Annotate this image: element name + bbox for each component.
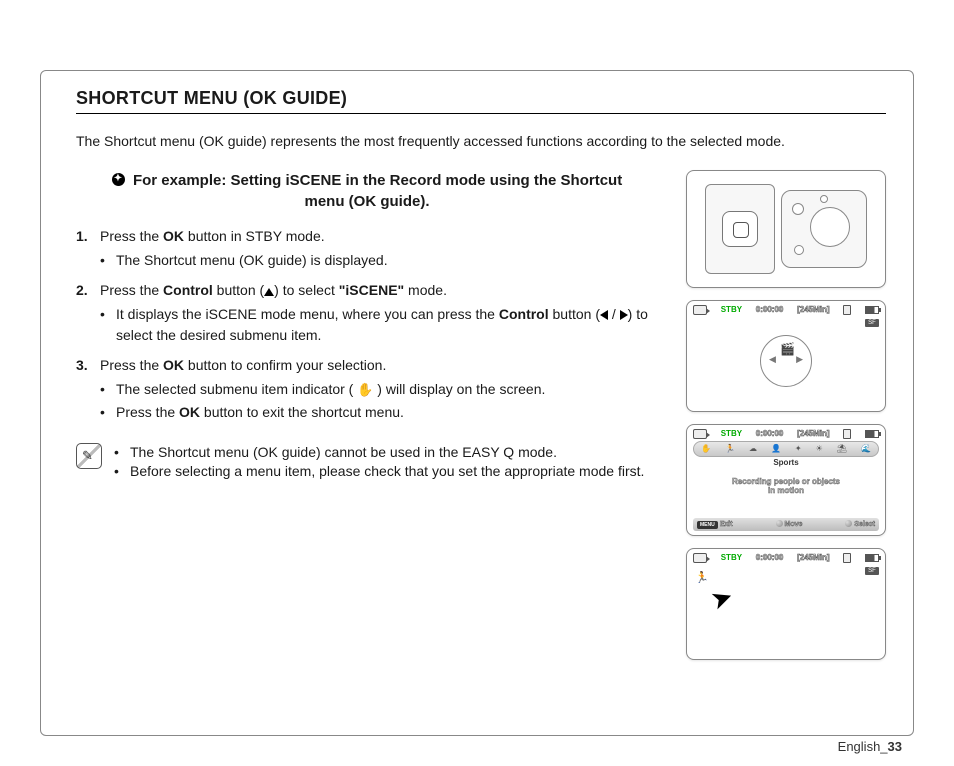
example-heading-line1: For example: Setting iSCENE in the Recor… [133, 172, 622, 189]
exit-label: Exit [720, 521, 733, 528]
device-illustration [686, 170, 886, 288]
note-1: The Shortcut menu (OK guide) cannot be u… [114, 443, 644, 463]
remain-time: [245Min] [797, 553, 829, 562]
stby-label: STBY [721, 553, 742, 562]
dial-top-icon: 🎬 [780, 342, 795, 356]
scene-icon: ☁ [749, 444, 757, 453]
device-body-icon [705, 184, 775, 274]
scene-icon: ⛱ [837, 444, 847, 453]
battery-icon [865, 430, 879, 438]
format-icon: SF [865, 567, 879, 575]
triangle-right-icon [620, 310, 628, 320]
scene-description: Recording people or objects in motion [693, 477, 879, 496]
footer-page-number: 33 [888, 739, 902, 754]
cursor-arrow-icon: ➤ [706, 580, 737, 617]
scene-icon: ✋ [701, 444, 711, 453]
step-3-sub-1: The selected submenu item indicator ( ✋ … [100, 379, 668, 400]
card-icon [843, 429, 851, 439]
right-column: STBY 0:00:00 [245Min] SF 🎬 STBY 0:00:00 [686, 170, 886, 672]
lcd-screen-iscene-menu: STBY 0:00:00 [245Min] ✋ 🏃 ☁ 👤 ✦ ☀ ⛱ 🌊 Sp [686, 424, 886, 536]
select-label: Select [854, 521, 875, 528]
device-control-pad-icon [722, 211, 758, 247]
battery-icon [865, 554, 879, 562]
scene-icon: ✦ [795, 444, 802, 453]
page-content: SHORTCUT MENU (OK GUIDE) The Shortcut me… [56, 60, 906, 672]
rec-time: 0:00:00 [756, 305, 784, 314]
triangle-left-icon [600, 310, 608, 320]
note-box: The Shortcut menu (OK guide) cannot be u… [76, 443, 668, 482]
scene-icon: 🌊 [861, 444, 871, 453]
note-icon [76, 443, 102, 469]
lcd-screen-dial: STBY 0:00:00 [245Min] SF 🎬 [686, 300, 886, 412]
step-1: Press the OK button in STBY mode. The Sh… [76, 226, 668, 271]
format-icon: SF [865, 319, 879, 327]
iscene-icon-bar: ✋ 🏃 ☁ 👤 ✦ ☀ ⛱ 🌊 [693, 441, 879, 457]
card-icon [843, 553, 851, 563]
camera-mode-icon [693, 429, 707, 439]
scene-icon: 🏃 [725, 444, 735, 453]
remain-time: [245Min] [797, 305, 829, 314]
hand-indicator-icon: ✋ [357, 382, 373, 397]
stby-label: STBY [721, 429, 742, 438]
card-icon [843, 305, 851, 315]
sports-indicator-icon: 🏃 [695, 571, 709, 584]
triangle-up-icon [264, 288, 274, 296]
step-1-sub-1: The Shortcut menu (OK guide) is displaye… [100, 250, 668, 270]
select-dot-icon [845, 520, 852, 527]
shortcut-dial-icon: 🎬 [760, 335, 812, 387]
section-heading: SHORTCUT MENU (OK GUIDE) [76, 88, 886, 114]
scene-icon: ☀ [816, 444, 823, 453]
bullet-decor-icon [112, 173, 125, 186]
menu-pill: MENU [697, 521, 718, 529]
step-3-sub-2: Press the OK button to exit the shortcut… [100, 402, 668, 422]
camera-mode-icon [693, 553, 707, 563]
selected-scene-label: Sports [693, 458, 879, 467]
example-heading-line2: menu (OK guide). [305, 193, 430, 210]
example-heading: For example: Setting iSCENE in the Recor… [76, 170, 668, 212]
steps-list: Press the OK button in STBY mode. The Sh… [76, 226, 668, 423]
scene-icon: 👤 [771, 444, 781, 453]
move-label: Move [785, 521, 803, 528]
battery-icon [865, 306, 879, 314]
page-footer: English_33 [838, 739, 902, 754]
move-dot-icon [776, 520, 783, 527]
footer-language: English [838, 739, 881, 754]
rec-time: 0:00:00 [756, 553, 784, 562]
step-3: Press the OK button to confirm your sele… [76, 355, 668, 422]
lcd-screen-result: STBY 0:00:00 [245Min] SF 🏃 ➤ [686, 548, 886, 660]
intro-text: The Shortcut menu (OK guide) represents … [76, 132, 886, 152]
menu-bottom-bar: MENUExit Move Select [693, 518, 879, 531]
step-2: Press the Control button () to select "i… [76, 280, 668, 345]
step-2-sub-1: It displays the iSCENE mode menu, where … [100, 304, 668, 345]
left-column: For example: Setting iSCENE in the Recor… [76, 170, 668, 672]
device-screen-flip-icon [781, 190, 867, 268]
camera-mode-icon [693, 305, 707, 315]
note-2: Before selecting a menu item, please che… [114, 462, 644, 482]
remain-time: [245Min] [797, 429, 829, 438]
stby-label: STBY [721, 305, 742, 314]
rec-time: 0:00:00 [756, 429, 784, 438]
